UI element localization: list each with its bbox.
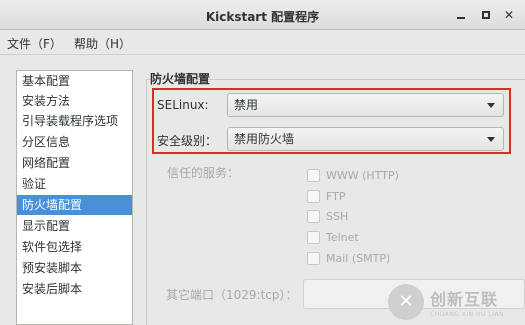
sidebar-item-bootloader[interactable]: 引导装载程序选项 — [17, 111, 132, 131]
other-ports-label: 其它端口（1029:tcp）： — [166, 288, 298, 302]
menu-help[interactable]: 帮助（H） — [74, 35, 131, 52]
service-ftp[interactable]: FTP — [307, 188, 346, 204]
maximize-button[interactable] — [477, 6, 495, 24]
service-telnet[interactable]: Telnet — [307, 229, 359, 245]
minimize-button[interactable] — [452, 6, 470, 24]
sidebar-item-network[interactable]: 网络配置 — [17, 153, 132, 173]
menu-file[interactable]: 文件（F） — [7, 35, 62, 52]
sidebar-item-display[interactable]: 显示配置 — [17, 216, 132, 236]
sidebar-item-install-method[interactable]: 安装方法 — [17, 91, 132, 111]
close-icon: ✕ — [503, 8, 515, 22]
sidebar-item-firewall[interactable]: 防火墙配置 — [17, 195, 132, 215]
service-label: WWW (HTTP) — [326, 168, 399, 182]
service-label: SSH — [326, 209, 349, 223]
checkbox[interactable] — [307, 251, 320, 265]
service-label: Telnet — [326, 230, 359, 244]
sidebar-item-partition[interactable]: 分区信息 — [17, 132, 132, 152]
title-bar: Kickstart 配置程序 ✕ — [0, 0, 525, 30]
sidebar-item-pre-script[interactable]: 预安装脚本 — [17, 258, 132, 278]
sidebar-item-post-script[interactable]: 安装后脚本 — [17, 279, 132, 299]
service-www[interactable]: WWW (HTTP) — [307, 167, 399, 183]
menu-bar: 文件（F） 帮助（H） — [0, 30, 525, 55]
minimize-icon — [457, 17, 465, 19]
watermark: ✕ 创新互联 CHUANG XIN HU LIAN — [388, 278, 525, 325]
watermark-text: 创新互联 — [430, 289, 499, 309]
checkbox[interactable] — [307, 209, 320, 223]
maximize-icon — [482, 11, 490, 19]
section-title: 防火墙配置 — [150, 72, 211, 86]
watermark-subtext: CHUANG XIN HU LIAN — [430, 310, 505, 318]
category-list: 基本配置 安装方法 引导装载程序选项 分区信息 网络配置 验证 防火墙配置 显示… — [16, 70, 133, 325]
sidebar-item-basic[interactable]: 基本配置 — [17, 71, 132, 91]
service-ssh[interactable]: SSH — [307, 208, 348, 224]
brand-logo-icon: ✕ — [388, 283, 424, 320]
window-title: Kickstart 配置程序 — [205, 10, 320, 24]
close-button[interactable]: ✕ — [500, 6, 518, 24]
checkbox[interactable] — [307, 230, 320, 244]
service-label: FTP — [326, 189, 346, 203]
checkbox[interactable] — [307, 189, 320, 203]
highlight-box — [152, 88, 511, 154]
sidebar-item-auth[interactable]: 验证 — [17, 174, 132, 194]
service-smtp[interactable]: Mail (SMTP) — [307, 250, 390, 266]
sidebar-item-packages[interactable]: 软件包选择 — [17, 237, 132, 257]
trusted-services-label: 信任的服务： — [167, 166, 240, 180]
checkbox[interactable] — [307, 168, 320, 182]
service-label: Mail (SMTP) — [326, 251, 391, 265]
